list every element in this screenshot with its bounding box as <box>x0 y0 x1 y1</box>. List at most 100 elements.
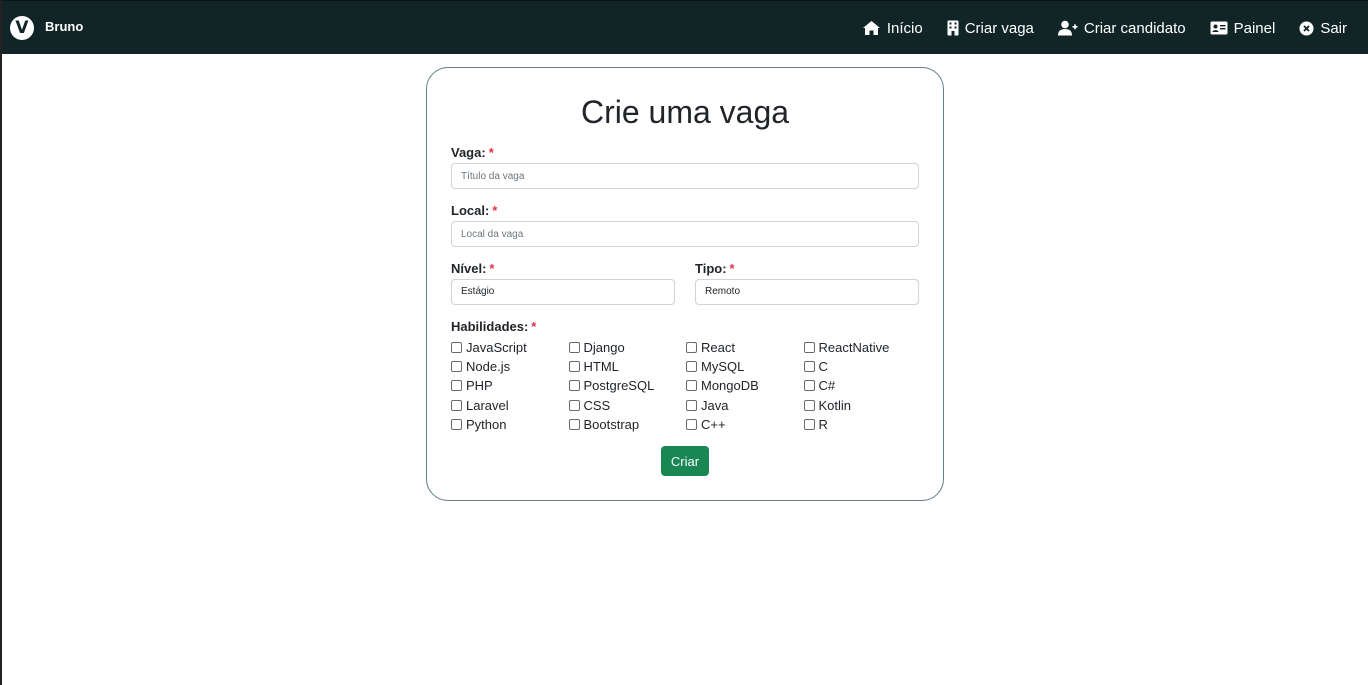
checkbox[interactable] <box>451 399 462 411</box>
skills-row: PHP PostgreSQL MongoDB C# <box>451 376 921 395</box>
checkbox[interactable] <box>451 361 462 373</box>
checkbox[interactable] <box>568 418 580 430</box>
skill-option[interactable]: HTML <box>568 357 687 376</box>
checkbox[interactable] <box>803 361 815 373</box>
skill-label: Kotlin <box>818 397 852 413</box>
nav-painel-label: Painel <box>1233 19 1276 37</box>
nav-inicio-label: Início <box>886 19 923 37</box>
skill-option[interactable]: C <box>803 357 922 376</box>
skill-label: MongoDB <box>701 378 759 394</box>
skill-option[interactable]: R <box>803 415 922 434</box>
local-label: Local: * <box>451 203 497 218</box>
required-mark: * <box>489 261 495 276</box>
required-mark: * <box>729 261 735 276</box>
checkbox[interactable] <box>451 342 462 354</box>
user-name: Bruno <box>45 19 84 34</box>
skill-option[interactable]: Bootstrap <box>568 415 687 434</box>
skill-option[interactable]: Kotlin <box>803 396 922 415</box>
checkbox[interactable] <box>803 399 815 411</box>
nav-criar-vaga[interactable]: Criar vaga <box>947 20 1034 37</box>
nav-painel[interactable]: Painel <box>1210 19 1276 37</box>
skill-label: Laravel <box>466 397 509 413</box>
required-mark: * <box>492 203 498 218</box>
skill-option[interactable]: PostgreSQL <box>568 376 687 395</box>
checkbox[interactable] <box>451 380 462 392</box>
vaga-input[interactable] <box>451 163 919 189</box>
checkbox[interactable] <box>686 418 697 430</box>
skills-row: Python Bootstrap C++ R <box>451 415 921 434</box>
form-title: Crie uma vaga <box>580 94 790 130</box>
skill-option[interactable]: MongoDB <box>686 376 804 395</box>
brand-logo: V <box>10 16 34 40</box>
tipo-label-text: Tipo: <box>695 261 727 276</box>
checkbox[interactable] <box>568 380 580 392</box>
nivel-select[interactable]: Estágio <box>451 279 675 305</box>
skill-option[interactable]: ReactNative <box>803 338 922 357</box>
skill-label: PostgreSQL <box>583 378 655 394</box>
nav-criar-candidato-label: Criar candidato <box>1083 19 1186 37</box>
checkbox[interactable] <box>803 342 815 354</box>
vaga-label-text: Vaga: <box>451 145 486 160</box>
checkbox[interactable] <box>803 418 815 430</box>
checkbox[interactable] <box>686 380 697 392</box>
create-job-form: Crie uma vaga Vaga:* Local:* Nível:* Est… <box>426 67 944 501</box>
id-card-icon <box>1210 21 1228 35</box>
checkbox[interactable] <box>568 399 580 411</box>
nav-sair-label: Sair <box>1320 19 1347 37</box>
skill-option[interactable]: PHP <box>451 376 569 395</box>
skills-grid: JavaScript Django React ReactNative Node… <box>451 338 921 434</box>
home-icon <box>862 21 880 35</box>
nav-inicio[interactable]: Início <box>862 20 923 37</box>
nav-sair[interactable]: Sair <box>1299 20 1347 37</box>
tipo-label: Tipo: * <box>695 261 735 276</box>
skill-option[interactable]: JavaScript <box>451 338 569 357</box>
checkbox[interactable] <box>686 361 697 373</box>
skill-option[interactable]: C++ <box>686 415 804 434</box>
skill-label: Django <box>583 340 625 356</box>
checkbox[interactable] <box>686 399 697 411</box>
brand[interactable]: V Bruno <box>10 16 83 40</box>
checkbox[interactable] <box>568 342 580 354</box>
skill-label: CSS <box>583 397 611 413</box>
checkbox[interactable] <box>451 418 462 430</box>
nav-menu: Início Criar vaga Criar candidato Painel… <box>838 1 1347 55</box>
skill-option[interactable]: Laravel <box>451 396 569 415</box>
top-navbar: V Bruno Início Criar vaga Criar candidat… <box>2 0 1368 54</box>
skill-label: Node.js <box>466 359 511 375</box>
local-input[interactable] <box>451 221 919 247</box>
checkbox[interactable] <box>568 361 580 373</box>
nivel-label-text: Nível: <box>451 261 487 276</box>
skill-option[interactable]: MySQL <box>686 357 804 376</box>
skill-label: C <box>818 359 828 375</box>
skills-row: JavaScript Django React ReactNative <box>451 338 921 357</box>
checkbox[interactable] <box>803 380 815 392</box>
skill-option[interactable]: Java <box>686 396 804 415</box>
skill-label: JavaScript <box>466 340 527 356</box>
nav-criar-candidato[interactable]: Criar candidato <box>1057 19 1186 37</box>
window-edge <box>0 0 2 685</box>
skill-option[interactable]: Django <box>568 338 687 357</box>
skill-label: React <box>701 340 735 356</box>
close-circle-icon <box>1299 21 1314 35</box>
submit-button[interactable]: Criar <box>661 446 709 476</box>
user-plus-icon <box>1057 20 1078 36</box>
skill-label: ReactNative <box>818 340 890 356</box>
skill-label: Java <box>701 397 729 413</box>
tipo-select[interactable]: Remoto <box>695 279 919 305</box>
skills-row: Laravel CSS Java Kotlin <box>451 396 921 415</box>
skill-option[interactable]: Node.js <box>451 357 569 376</box>
skill-label: Bootstrap <box>583 416 640 432</box>
required-mark: * <box>488 145 494 160</box>
skill-option[interactable]: CSS <box>568 396 687 415</box>
skill-option[interactable]: Python <box>451 415 569 434</box>
checkbox[interactable] <box>686 342 697 354</box>
skill-label: R <box>818 416 828 432</box>
vaga-label: Vaga: * <box>451 145 494 160</box>
skill-label: Python <box>466 416 507 432</box>
skill-label: PHP <box>466 378 493 394</box>
skill-label: HTML <box>583 359 619 375</box>
skill-option[interactable]: React <box>686 338 804 357</box>
skills-row: Node.js HTML MySQL C <box>451 357 921 376</box>
nivel-label: Nível: * <box>451 261 494 276</box>
skill-option[interactable]: C# <box>803 376 922 395</box>
